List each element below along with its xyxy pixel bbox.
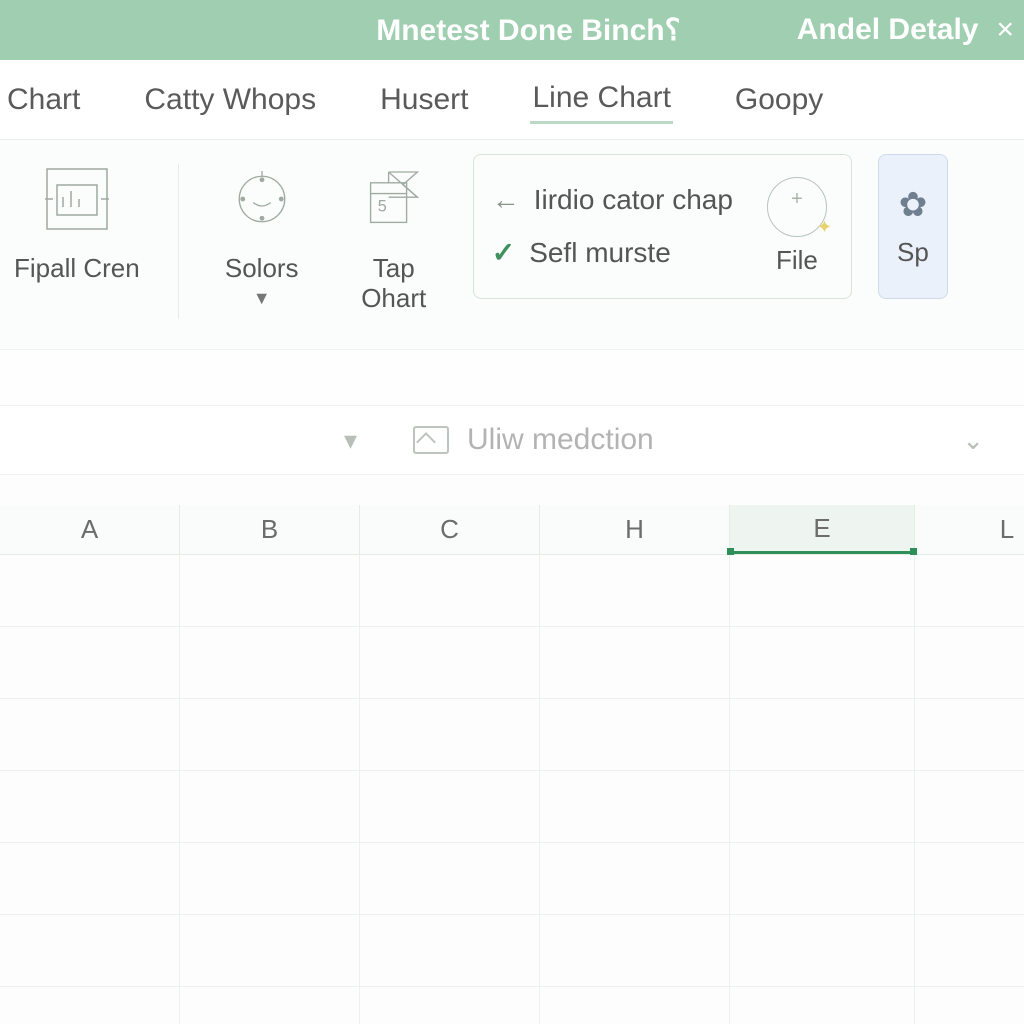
cell[interactable] (0, 555, 180, 627)
cell[interactable] (180, 915, 360, 987)
ribbon-menu-box: ← Iirdio cator chap ✓ Sefl murste ✦ File (473, 154, 852, 299)
cell[interactable] (360, 555, 540, 627)
cell[interactable] (915, 843, 1024, 915)
gear-badge-icon: ✿ (899, 185, 928, 225)
tab-goopy[interactable]: Goopy (733, 77, 825, 123)
cell[interactable] (730, 555, 915, 627)
cell[interactable] (180, 627, 360, 699)
title-bar: Mnetest Done Binch⸮ Andel Detaly × (0, 0, 1024, 60)
ribbon-divider (178, 164, 179, 319)
cell[interactable] (540, 915, 730, 987)
menu-row-sefl[interactable]: ✓ Sefl murste (492, 236, 733, 269)
tab-line-chart[interactable]: Line Chart (530, 75, 672, 124)
cell[interactable] (0, 771, 180, 843)
ribbon-file-label: File (776, 245, 818, 276)
cell[interactable] (730, 627, 915, 699)
cell[interactable] (540, 699, 730, 771)
check-icon: ✓ (492, 236, 515, 269)
chevron-down-icon[interactable]: ⌄ (962, 425, 984, 456)
ribbon-sp-label: Sp (897, 237, 929, 268)
cell[interactable] (0, 627, 180, 699)
ribbon-tap-label: TapOhart (361, 254, 426, 314)
cell[interactable] (360, 843, 540, 915)
cell[interactable] (540, 771, 730, 843)
chart-area-icon (32, 154, 122, 244)
cell[interactable] (540, 987, 730, 1024)
cell[interactable] (915, 555, 1024, 627)
ribbon-fipall-label: Fipall Cren (14, 254, 140, 284)
filter-icon[interactable]: ▾ (344, 425, 357, 456)
cell[interactable] (915, 699, 1024, 771)
formula-placeholder: Uliw medction (467, 423, 654, 457)
cell[interactable] (360, 627, 540, 699)
ribbon-tabs: n Chart Catty Whops Husert Line Chart Go… (0, 60, 1024, 140)
chevron-down-icon: ▼ (253, 288, 271, 309)
ribbon-fipall-cren[interactable]: Fipall Cren (6, 154, 148, 284)
cell[interactable] (180, 555, 360, 627)
cell[interactable] (730, 699, 915, 771)
cell[interactable] (360, 771, 540, 843)
cell[interactable] (180, 987, 360, 1024)
cell[interactable] (540, 555, 730, 627)
tab-catty-whops[interactable]: Catty Whops (142, 77, 318, 123)
spreadsheet-grid[interactable] (0, 555, 1024, 1024)
cell[interactable] (915, 771, 1024, 843)
cell[interactable] (730, 915, 915, 987)
cell[interactable] (360, 915, 540, 987)
ribbon: Fipall Cren Solors ▼ 5 (0, 140, 1024, 350)
cell[interactable] (0, 915, 180, 987)
cell[interactable] (540, 843, 730, 915)
ribbon-solors[interactable]: Solors ▼ (209, 154, 315, 309)
formula-input-area[interactable]: Uliw medction ⌄ (395, 423, 1024, 457)
column-header-a[interactable]: A (0, 505, 180, 554)
cell[interactable] (730, 987, 915, 1024)
cell[interactable] (180, 699, 360, 771)
clock-face-icon (217, 154, 307, 244)
column-header-row: A B C H E L (0, 505, 1024, 555)
cell[interactable] (180, 771, 360, 843)
formula-bar: ▾ Uliw medction ⌄ (0, 405, 1024, 475)
column-header-h[interactable]: H (540, 505, 730, 554)
user-name-label[interactable]: Andel Detaly (797, 13, 979, 47)
ribbon-file-button[interactable]: ✦ File (767, 177, 827, 276)
name-box[interactable]: ▾ (0, 416, 375, 464)
cell[interactable] (915, 627, 1024, 699)
close-icon[interactable]: × (996, 15, 1014, 45)
cell[interactable] (915, 987, 1024, 1024)
ribbon-solors-label: Solors (225, 254, 299, 284)
cell[interactable] (915, 915, 1024, 987)
cell[interactable] (0, 699, 180, 771)
calendar-flag-icon: 5 (349, 154, 439, 244)
cell[interactable] (540, 627, 730, 699)
cell[interactable] (360, 987, 540, 1024)
svg-text:5: 5 (378, 198, 387, 216)
cell[interactable] (730, 771, 915, 843)
menu-row2-label: Sefl murste (529, 237, 671, 269)
menu-row1-label: Iirdio cator chap (534, 184, 733, 216)
menu-row-iirdio[interactable]: ← Iirdio cator chap (492, 184, 733, 216)
cell[interactable] (0, 987, 180, 1024)
cell[interactable] (730, 843, 915, 915)
column-header-l[interactable]: L (915, 505, 1024, 554)
column-header-e[interactable]: E (730, 505, 915, 554)
arrow-left-icon: ← (492, 184, 520, 216)
window-title: Mnetest Done Binch⸮ (0, 13, 797, 48)
tab-husert[interactable]: Husert (378, 77, 470, 123)
cell[interactable] (180, 843, 360, 915)
add-circle-icon: ✦ (767, 177, 827, 237)
title-right-group: Andel Detaly × (797, 13, 1024, 47)
column-header-b[interactable]: B (180, 505, 360, 554)
column-header-c[interactable]: C (360, 505, 540, 554)
cell[interactable] (0, 843, 180, 915)
image-placeholder-icon (413, 426, 449, 454)
ribbon-spacer (0, 350, 1024, 405)
ribbon-tap-ohart[interactable]: 5 TapOhart (341, 154, 447, 314)
ribbon-sp-button[interactable]: ✿ Sp (878, 154, 948, 299)
tab-chart[interactable]: n Chart (0, 77, 82, 123)
cell[interactable] (360, 699, 540, 771)
